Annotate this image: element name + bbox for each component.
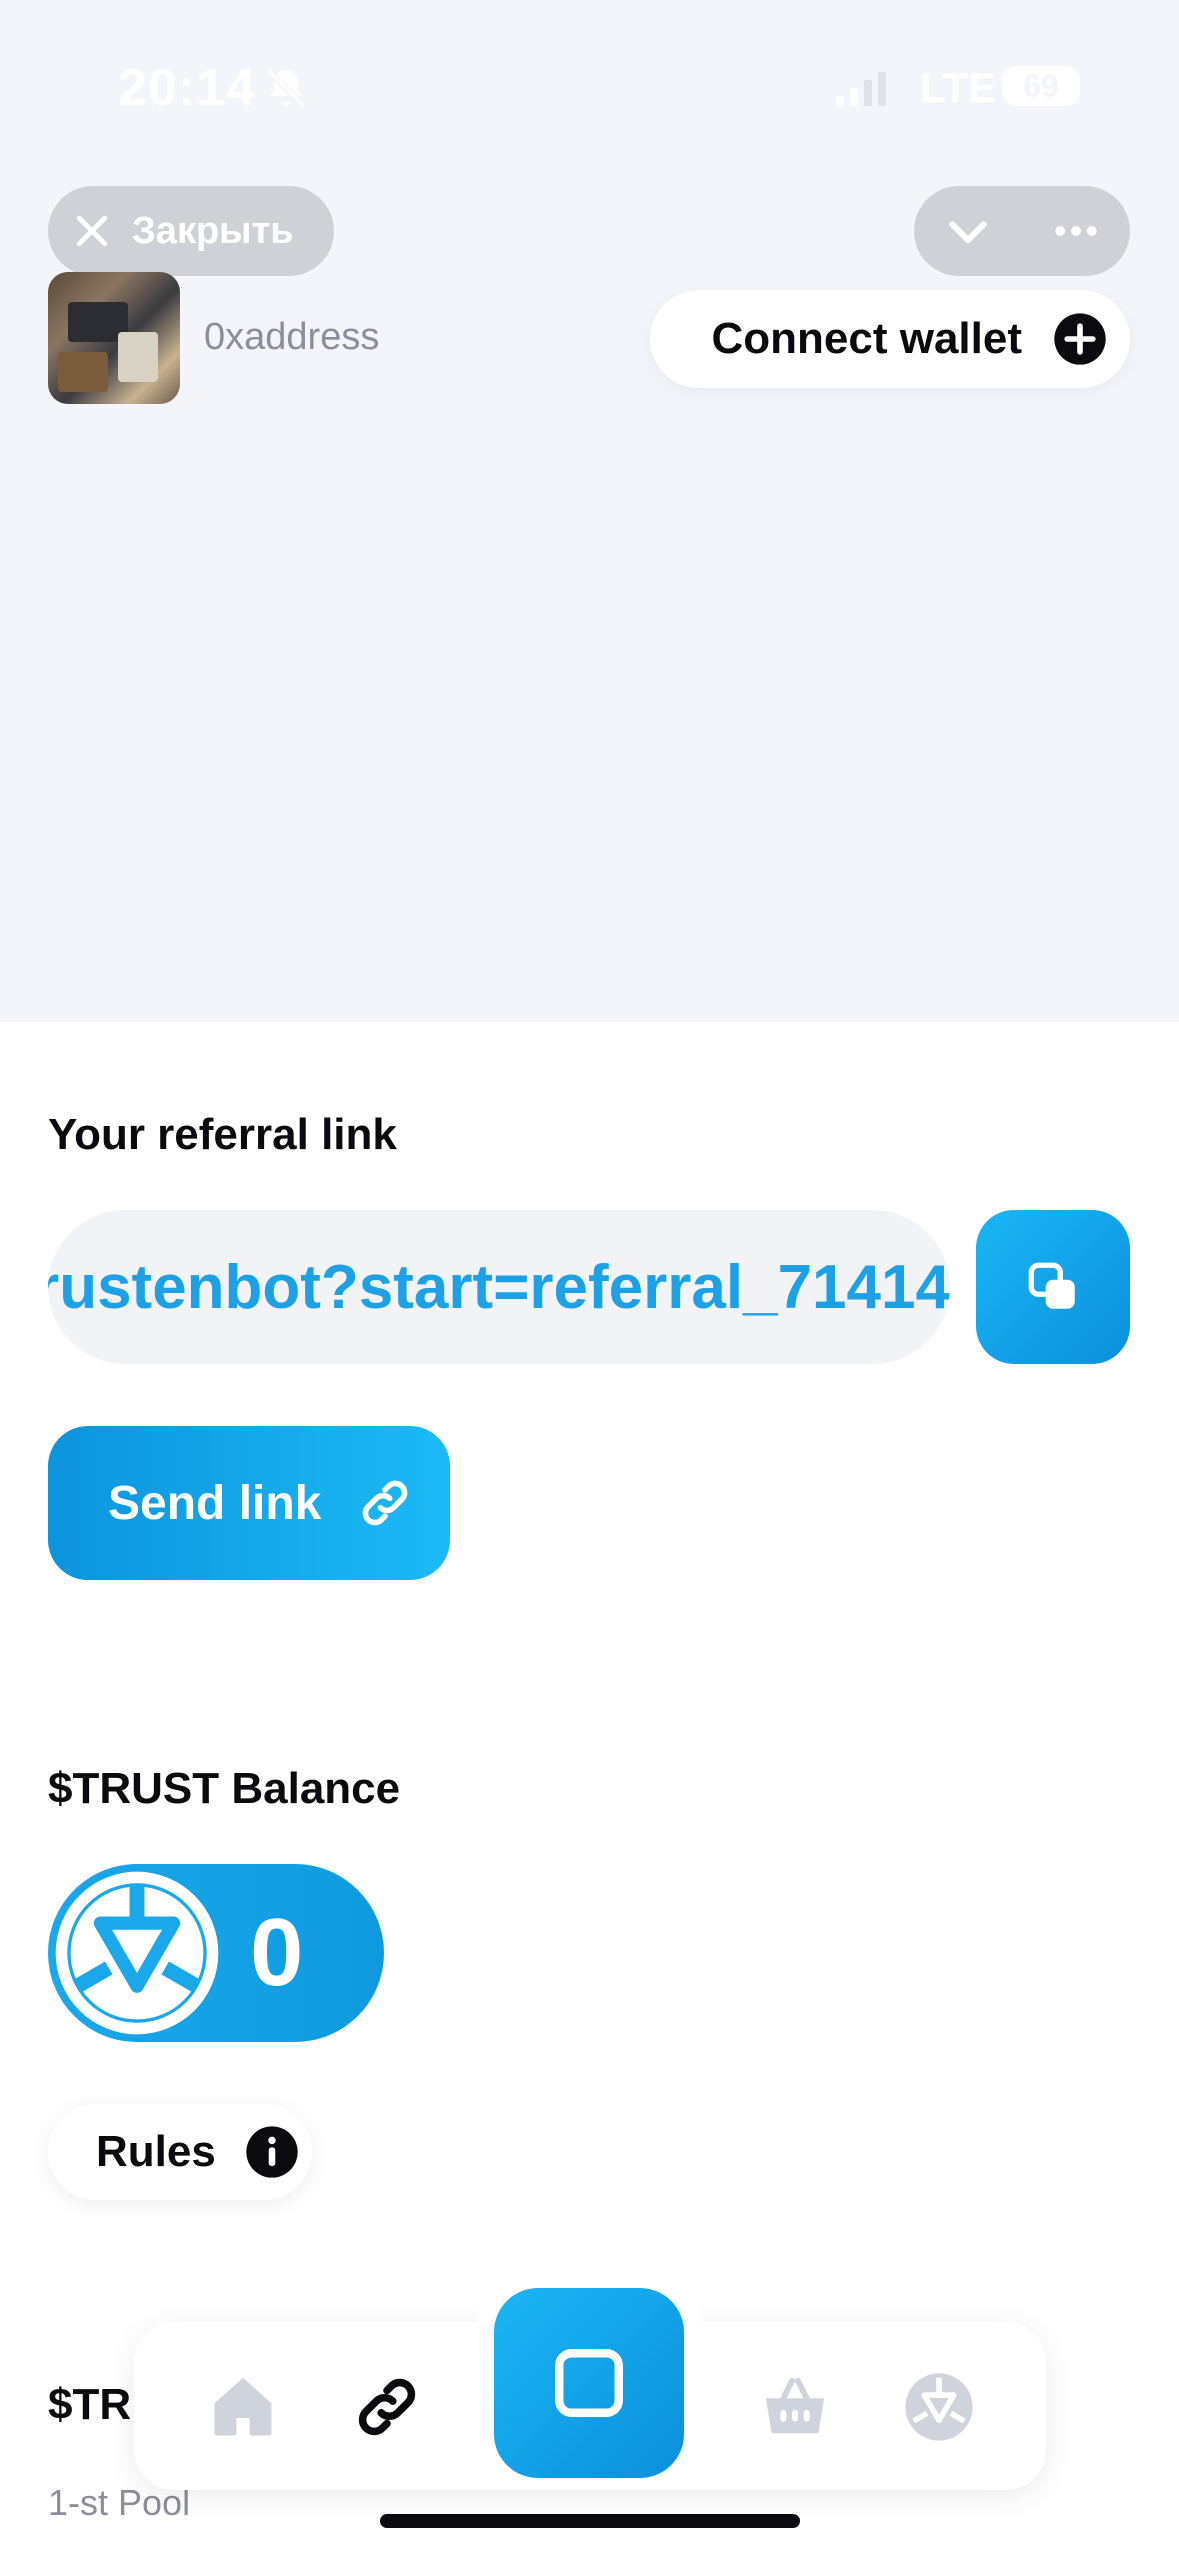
home-icon	[214, 2378, 272, 2436]
nav-shop[interactable]	[760, 2372, 830, 2442]
nav-home[interactable]	[208, 2372, 278, 2442]
header-area	[0, 0, 1179, 1022]
connect-wallet-label: Connect wallet	[711, 314, 1023, 363]
wallet-address: 0xaddress	[204, 316, 380, 358]
chevron-down-icon[interactable]	[941, 204, 995, 258]
network-label: LTE	[920, 64, 997, 111]
battery-indicator: 69	[1002, 66, 1080, 106]
home-indicator	[380, 2514, 800, 2528]
send-link-button[interactable]: Send link	[48, 1426, 450, 1580]
balance-display: 0	[48, 1864, 384, 2042]
nav-center-button[interactable]	[494, 2288, 684, 2478]
trust-token-icon	[905, 2373, 973, 2441]
copy-icon	[1028, 1262, 1075, 1309]
balance-value: 0	[250, 1899, 304, 2006]
close-button[interactable]: Закрыть	[48, 186, 334, 276]
square-icon	[555, 2349, 623, 2417]
referral-title: Your referral link	[48, 1110, 397, 1159]
signal-icon	[836, 72, 886, 106]
copy-button[interactable]	[976, 1210, 1130, 1364]
menu-pill	[914, 186, 1130, 276]
pool-title: $TR	[48, 2380, 132, 2429]
nav-token[interactable]	[904, 2372, 974, 2442]
send-link-label: Send link	[108, 1476, 322, 1530]
status-time: 20:14	[118, 59, 256, 117]
connect-wallet-button[interactable]: Connect wallet	[650, 290, 1130, 388]
referral-link-text: rustenbot?start=referral_71414	[48, 1252, 950, 1322]
link-icon	[358, 2378, 416, 2436]
plus-circle-icon	[1054, 313, 1106, 365]
rules-label: Rules	[96, 2127, 216, 2176]
nav-referral[interactable]	[352, 2372, 422, 2442]
trust-token-icon	[55, 1871, 219, 2035]
info-icon	[246, 2126, 298, 2178]
basket-icon	[765, 2377, 825, 2434]
close-icon	[76, 215, 108, 247]
balance-title: $TRUST Balance	[48, 1764, 401, 1813]
avatar	[48, 272, 180, 404]
rules-button[interactable]: Rules	[48, 2104, 312, 2200]
referral-link-field[interactable]: rustenbot?start=referral_71414	[48, 1210, 950, 1364]
close-label: Закрыть	[132, 209, 294, 252]
link-icon	[363, 1480, 408, 1526]
more-icon[interactable]	[1049, 204, 1103, 258]
bell-muted-icon	[265, 67, 307, 109]
